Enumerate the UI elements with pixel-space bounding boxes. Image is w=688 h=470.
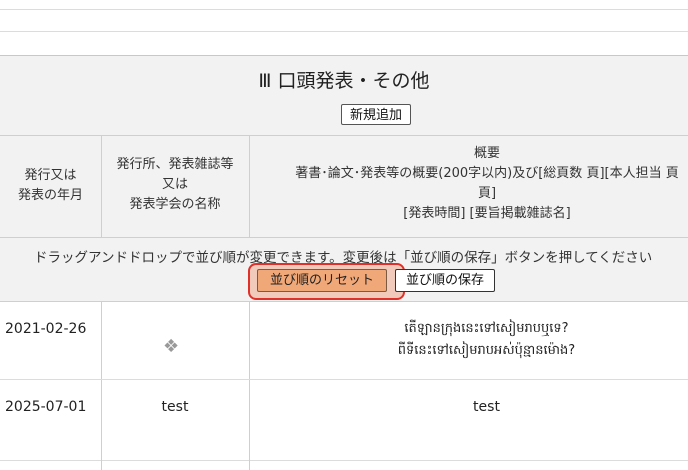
section-title: Ⅲ 口頭発表・その他 [258, 70, 430, 92]
summary-line: តើឡានក្រុងនេះទៅសៀមរាបឬទេ? [404, 321, 569, 336]
summary-line: ពីទីនេះទៅសៀមរាបអស់ប៉ុន្មានម៉ោង? [397, 343, 576, 358]
header-line: [発表時間] [要旨掲載雑誌名] [403, 206, 571, 221]
table-header: 発行又は 発表の年月 発行所、発表雑誌等 又は 発表学会の名称 概要 著書･論文… [0, 136, 688, 238]
row-date: 2025-07-01 [5, 399, 87, 415]
row-publisher: test [161, 399, 189, 415]
row-date: 2021-02-26 [5, 321, 87, 337]
divider [101, 302, 102, 379]
header-line: 著書･論文･発表等の概要(200字以内)及び[総頁数 頁][本人担当 頁 [295, 166, 679, 181]
row-summary: test [473, 399, 500, 415]
save-order-button[interactable]: 並び順の保存 [395, 269, 495, 292]
sort-controls: ドラッグアンドドロップで並び順が変更できます。変更後は「並び順の保存」ボタンを押… [0, 238, 688, 302]
section-header: Ⅲ 口頭発表・その他 新規追加 [0, 56, 688, 136]
divider [0, 9, 688, 10]
header-line: 頁] [477, 186, 497, 201]
header-line: 発表の年月 [17, 188, 83, 203]
header-line: 発表学会の名称 [129, 197, 221, 212]
reset-order-button[interactable]: 並び順のリセット [257, 269, 387, 292]
header-line: 概要 [473, 146, 500, 161]
header-line: 発行所、発表雑誌等 [116, 157, 234, 172]
header-line: 又は [161, 177, 188, 192]
presentations-section: Ⅲ 口頭発表・その他 新規追加 発行又は 発表の年月 発行所、発表雑誌等 又は … [0, 55, 688, 470]
col-header-date: 発行又は 発表の年月 [0, 166, 101, 206]
divider [249, 380, 250, 470]
table-row[interactable]: 2025-07-01 test test [0, 380, 688, 470]
move-handle-icon[interactable]: ❖ [163, 336, 179, 357]
header-line: 発行又は [24, 168, 77, 183]
table-row[interactable]: 2021-02-26 ❖ តើឡានក្រុងនេះទៅសៀមរាបឬទេ? ព… [0, 302, 688, 380]
col-header-summary: 概要 著書･論文･発表等の概要(200字以内)及び[総頁数 頁][本人担当 頁 … [250, 144, 688, 224]
add-new-button[interactable]: 新規追加 [341, 104, 411, 125]
divider [101, 380, 102, 470]
col-header-publisher: 発行所、発表雑誌等 又は 発表学会の名称 [101, 155, 249, 215]
row-summary: តើឡានក្រុងនេះទៅសៀមរាបឬទេ? ពីទីនេះទៅសៀមរា… [250, 318, 688, 362]
divider [0, 31, 688, 32]
